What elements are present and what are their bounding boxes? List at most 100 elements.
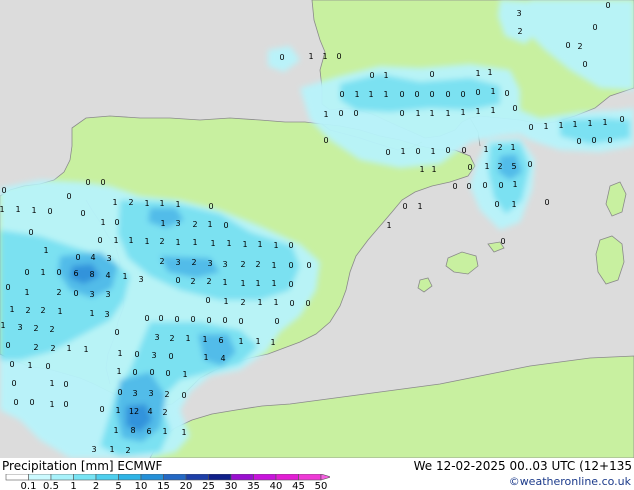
precip-value-149: 3 bbox=[105, 290, 110, 299]
scale-swatch-4 bbox=[95, 474, 119, 481]
precip-value-19: 1 bbox=[383, 90, 388, 99]
scale-label-6: 15 bbox=[157, 481, 170, 490]
precip-value-71: 0 bbox=[402, 202, 407, 211]
precip-value-211: 0 bbox=[13, 398, 18, 407]
scale-swatch-8 bbox=[185, 474, 209, 481]
scale-label-1: 0.5 bbox=[43, 481, 59, 490]
scale-label-7: 20 bbox=[180, 481, 193, 490]
precip-value-210: 0 bbox=[181, 391, 186, 400]
precip-value-223: 1 bbox=[162, 427, 167, 436]
precip-value-60: 1 bbox=[431, 165, 436, 174]
precip-value-154: 1 bbox=[273, 298, 278, 307]
precip-value-92: 0 bbox=[208, 202, 213, 211]
precip-value-183: 1 bbox=[270, 338, 275, 347]
precip-value-113: 0 bbox=[288, 241, 293, 250]
precip-value-55: 0 bbox=[461, 146, 466, 155]
precip-value-103: 1 bbox=[128, 236, 133, 245]
precip-value-202: 1 bbox=[182, 370, 187, 379]
precip-value-151: 1 bbox=[223, 297, 228, 306]
precip-value-69: 0 bbox=[498, 181, 503, 190]
scale-swatch-7 bbox=[163, 474, 187, 481]
precip-value-152: 2 bbox=[240, 298, 245, 307]
scale-swatch-2 bbox=[50, 474, 74, 481]
precip-value-123: 2 bbox=[240, 260, 245, 269]
precip-value-206: 0 bbox=[117, 388, 122, 397]
precip-value-128: 0 bbox=[24, 268, 29, 277]
precip-value-160: 1 bbox=[57, 307, 62, 316]
precip-value-169: 0 bbox=[238, 317, 243, 326]
precip-value-61: 0 bbox=[467, 163, 472, 172]
precip-value-31: 0 bbox=[399, 109, 404, 118]
precip-value-44: 1 bbox=[602, 118, 607, 127]
precip-value-28: 1 bbox=[323, 110, 328, 119]
precip-value-41: 1 bbox=[558, 121, 563, 130]
precip-value-68: 0 bbox=[482, 181, 487, 190]
precip-value-136: 0 bbox=[175, 276, 180, 285]
precip-value-25: 0 bbox=[475, 88, 480, 97]
precip-value-81: 0 bbox=[66, 192, 71, 201]
precip-value-10: 0 bbox=[336, 52, 341, 61]
precip-value-102: 1 bbox=[113, 236, 118, 245]
scale-label-13: 50 bbox=[315, 481, 328, 490]
precip-value-198: 1 bbox=[116, 367, 121, 376]
precip-value-91: 1 bbox=[175, 200, 180, 209]
precip-value-199: 0 bbox=[132, 368, 137, 377]
map-canvas: 3200 2000 1 1 00 1 0 1 10 1 1 1 0 0 0 0 0 0 1 01 0 0 0 1 1 1 1 1 1 00… bbox=[0, 0, 634, 458]
precip-value-207: 3 bbox=[132, 389, 137, 398]
precip-value-153: 1 bbox=[257, 298, 262, 307]
precip-value-7: 0 bbox=[279, 53, 284, 62]
precip-value-181: 1 bbox=[238, 337, 243, 346]
product-title: Precipitation [mm] ECMWF bbox=[2, 459, 163, 473]
precip-value-52: 0 bbox=[415, 147, 420, 156]
precip-value-97: 2 bbox=[192, 220, 197, 229]
precip-value-127: 0 bbox=[306, 261, 311, 270]
precip-value-29: 0 bbox=[338, 109, 343, 118]
precip-value-203: 0 bbox=[11, 379, 16, 388]
precip-value-155: 0 bbox=[289, 299, 294, 308]
scale-swatch-13 bbox=[298, 474, 322, 481]
precip-value-66: 0 bbox=[452, 182, 457, 191]
precip-value-87: 1 bbox=[112, 198, 117, 207]
precip-value-9: 1 bbox=[322, 52, 327, 61]
precip-value-220: 1 bbox=[113, 426, 118, 435]
precip-value-56: 1 bbox=[483, 145, 488, 154]
precip-value-218: 4 bbox=[147, 407, 152, 416]
precip-value-133: 4 bbox=[105, 271, 110, 280]
precip-value-107: 1 bbox=[192, 238, 197, 247]
scale-label-8: 25 bbox=[202, 481, 215, 490]
precip-value-135: 3 bbox=[138, 275, 143, 284]
precip-value-12: 1 bbox=[383, 71, 388, 80]
precip-value-212: 0 bbox=[29, 398, 34, 407]
precip-value-62: 1 bbox=[484, 162, 489, 171]
precip-value-114: 1 bbox=[43, 246, 48, 255]
scale-label-0: 0.1 bbox=[21, 481, 37, 490]
precip-value-65: 0 bbox=[527, 160, 532, 169]
precip-value-219: 2 bbox=[162, 408, 167, 417]
precip-value-57: 2 bbox=[497, 143, 502, 152]
precip-value-148: 3 bbox=[89, 290, 94, 299]
precip-value-185: 2 bbox=[33, 343, 38, 352]
precip-value-72: 1 bbox=[417, 202, 422, 211]
scale-swatch-14 bbox=[320, 474, 330, 481]
precip-value-101: 0 bbox=[97, 236, 102, 245]
precip-value-73: 0 bbox=[494, 200, 499, 209]
scale-label-2: 1 bbox=[70, 481, 76, 490]
precip-value-142: 1 bbox=[271, 279, 276, 288]
scale-label-9: 30 bbox=[225, 481, 238, 490]
precip-value-174: 2 bbox=[49, 325, 54, 334]
precip-value-196: 1 bbox=[27, 361, 32, 370]
precip-value-131: 6 bbox=[73, 269, 78, 278]
precip-value-125: 1 bbox=[271, 261, 276, 270]
precip-value-22: 0 bbox=[429, 90, 434, 99]
precip-value-214: 0 bbox=[63, 400, 68, 409]
precip-value-96: 3 bbox=[175, 219, 180, 228]
scale-swatch-6 bbox=[140, 474, 164, 481]
credit-link[interactable]: ©weatheronline.co.uk bbox=[509, 475, 631, 489]
precip-value-39: 0 bbox=[528, 123, 533, 132]
precip-value-193: 1 bbox=[203, 353, 208, 362]
precip-value-80: 0 bbox=[100, 178, 105, 187]
precip-value-200: 0 bbox=[149, 368, 154, 377]
precip-value-20: 0 bbox=[399, 90, 404, 99]
precip-value-182: 1 bbox=[255, 337, 260, 346]
precip-value-189: 1 bbox=[117, 349, 122, 358]
